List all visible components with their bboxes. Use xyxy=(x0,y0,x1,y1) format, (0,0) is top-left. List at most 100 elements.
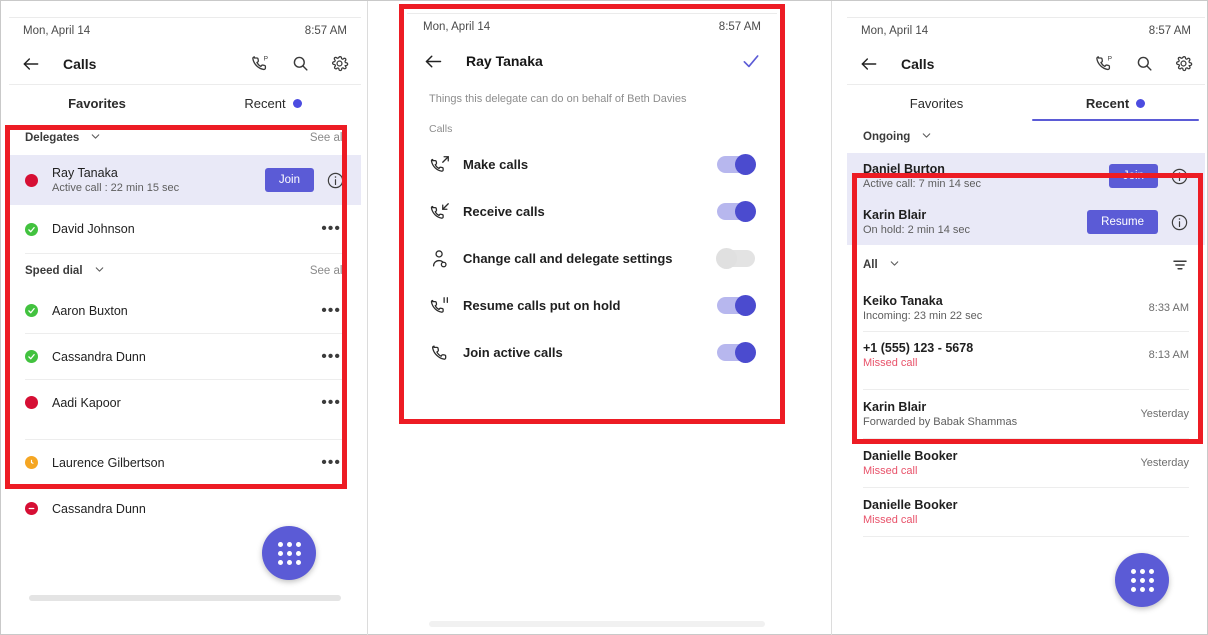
section-header-ongoing[interactable]: Ongoing xyxy=(847,121,1205,153)
search-icon[interactable] xyxy=(1135,54,1154,73)
see-all-delegates[interactable]: See all xyxy=(310,132,345,144)
list-item[interactable]: +1 (555) 123 - 5678 Missed call 8:13 AM xyxy=(847,332,1205,378)
tab-favorites-label: Favorites xyxy=(68,95,126,111)
svg-text:P: P xyxy=(1108,55,1113,62)
more-options-button[interactable]: ••• xyxy=(317,348,345,365)
delegate-name-title: Ray Tanaka xyxy=(466,53,543,69)
join-button[interactable]: Join xyxy=(1108,164,1158,188)
horizontal-scrollbar[interactable] xyxy=(29,595,341,601)
list-item[interactable]: Aadi Kapoor ••• xyxy=(9,380,361,425)
contact-name: Aadi Kapoor xyxy=(52,395,121,410)
gear-icon[interactable] xyxy=(1174,54,1193,73)
presence-dnd-icon xyxy=(25,502,38,515)
dialpad-fab-button[interactable] xyxy=(262,526,316,580)
permission-row-join-active[interactable]: Join active calls xyxy=(407,329,777,376)
panel-favorites: Mon, April 14 8:57 AM Calls P Favorites xyxy=(9,17,361,621)
toggle-join-active[interactable] xyxy=(717,342,756,363)
presence-available-icon xyxy=(25,222,38,236)
list-item[interactable]: David Johnson ••• xyxy=(9,205,361,253)
see-all-speed-dial[interactable]: See all xyxy=(310,265,345,277)
status-time: 8:57 AM xyxy=(1148,24,1191,37)
tab-recent[interactable]: Recent xyxy=(185,85,361,121)
contact-status: Active call: 7 min 14 sec xyxy=(863,178,981,190)
filter-icon[interactable] xyxy=(1171,256,1189,274)
list-item[interactable]: Cassandra Dunn xyxy=(9,486,361,531)
join-button[interactable]: Join xyxy=(264,168,314,192)
tab-recent[interactable]: Recent xyxy=(1026,85,1205,121)
list-item[interactable]: Daniel Burton Active call: 7 min 14 sec … xyxy=(847,153,1205,199)
permission-row-receive-calls[interactable]: Receive calls xyxy=(407,188,777,235)
info-icon[interactable] xyxy=(1170,213,1189,232)
contact-status: On hold: 2 min 14 sec xyxy=(863,224,971,236)
info-icon[interactable] xyxy=(1170,167,1189,186)
more-options-button[interactable]: ••• xyxy=(317,454,345,471)
status-bar: Mon, April 14 8:57 AM xyxy=(847,17,1205,43)
section-label-delegates: Delegates xyxy=(25,132,80,144)
chevron-down-icon[interactable] xyxy=(89,130,102,146)
panel-delegate-permissions: Mon, April 14 8:57 AM Ray Tanaka Things … xyxy=(407,13,777,417)
person-settings-icon xyxy=(429,248,463,270)
horizontal-scrollbar[interactable] xyxy=(429,621,765,627)
permission-label: Make calls xyxy=(463,157,529,172)
call-detail: Missed call xyxy=(863,465,918,477)
divider xyxy=(863,536,1189,537)
list-item[interactable]: Danielle Booker Missed call xyxy=(847,488,1205,536)
presence-away-icon xyxy=(25,456,38,469)
contact-name: Danielle Booker xyxy=(863,498,958,512)
back-arrow-icon[interactable] xyxy=(859,54,879,74)
parked-calls-icon[interactable]: P xyxy=(250,53,271,74)
tab-favorites-label: Favorites xyxy=(909,95,964,111)
more-options-button[interactable]: ••• xyxy=(317,394,345,411)
panel-separator-2 xyxy=(831,1,832,635)
parked-calls-icon[interactable]: P xyxy=(1094,53,1115,74)
back-arrow-icon[interactable] xyxy=(423,51,444,72)
tab-favorites[interactable]: Favorites xyxy=(9,85,185,121)
search-icon[interactable] xyxy=(291,54,310,73)
call-time: Yesterday xyxy=(1140,408,1189,420)
more-options-button[interactable]: ••• xyxy=(317,302,345,319)
tab-recent-label: Recent xyxy=(244,95,286,111)
back-arrow-icon[interactable] xyxy=(21,54,41,74)
section-header-speed-dial[interactable]: Speed dial See all xyxy=(9,254,361,288)
permission-label: Join active calls xyxy=(463,345,563,360)
list-item[interactable]: Laurence Gilbertson ••• xyxy=(9,440,361,485)
page-title: Calls xyxy=(901,55,935,72)
status-bar: Mon, April 14 8:57 AM xyxy=(407,13,777,39)
svg-text:P: P xyxy=(264,55,269,62)
list-item[interactable]: Aaron Buxton ••• xyxy=(9,288,361,333)
toggle-make-calls[interactable] xyxy=(717,154,756,175)
chevron-down-icon[interactable] xyxy=(93,263,106,279)
contact-name: Karin Blair xyxy=(863,400,927,414)
call-time: Yesterday xyxy=(1140,457,1189,469)
list-item[interactable]: Karin Blair On hold: 2 min 14 sec Resume xyxy=(847,199,1205,245)
app-header: Calls P xyxy=(9,43,361,85)
tab-favorites[interactable]: Favorites xyxy=(847,85,1026,121)
info-icon[interactable] xyxy=(326,171,345,190)
app-header: Calls P xyxy=(847,43,1205,85)
dialpad-fab-button[interactable] xyxy=(1115,553,1169,607)
list-item[interactable]: Keiko Tanaka Incoming: 23 min 22 sec 8:3… xyxy=(847,285,1205,331)
section-header-delegates[interactable]: Delegates See all xyxy=(9,121,361,155)
permission-row-resume-hold[interactable]: Resume calls put on hold xyxy=(407,282,777,329)
section-label-speed-dial: Speed dial xyxy=(25,265,83,277)
call-time: 8:33 AM xyxy=(1148,302,1189,314)
status-date: Mon, April 14 xyxy=(23,24,91,37)
list-item[interactable]: Karin Blair Forwarded by Babak Shammas Y… xyxy=(847,390,1205,438)
chevron-down-icon[interactable] xyxy=(920,129,933,145)
toggle-resume-hold[interactable] xyxy=(717,295,756,316)
more-options-button[interactable]: ••• xyxy=(317,221,345,237)
toggle-change-settings[interactable] xyxy=(716,248,755,269)
checkmark-icon[interactable] xyxy=(741,51,761,71)
contact-name: +1 (555) 123 - 5678 xyxy=(863,341,974,355)
gear-icon[interactable] xyxy=(330,54,349,73)
list-item[interactable]: Cassandra Dunn ••• xyxy=(9,334,361,379)
toggle-receive-calls[interactable] xyxy=(717,201,756,222)
permission-row-change-settings[interactable]: Change call and delegate settings xyxy=(407,235,777,282)
list-item[interactable]: Danielle Booker Missed call Yesterday xyxy=(847,439,1205,487)
list-item[interactable]: Ray Tanaka Active call : 22 min 15 sec J… xyxy=(9,155,361,205)
tab-bar: Favorites Recent xyxy=(847,85,1205,121)
chevron-down-icon[interactable] xyxy=(888,257,901,273)
resume-button[interactable]: Resume xyxy=(1087,210,1158,234)
permission-row-make-calls[interactable]: Make calls xyxy=(407,141,777,188)
recent-badge-dot xyxy=(1136,98,1146,108)
